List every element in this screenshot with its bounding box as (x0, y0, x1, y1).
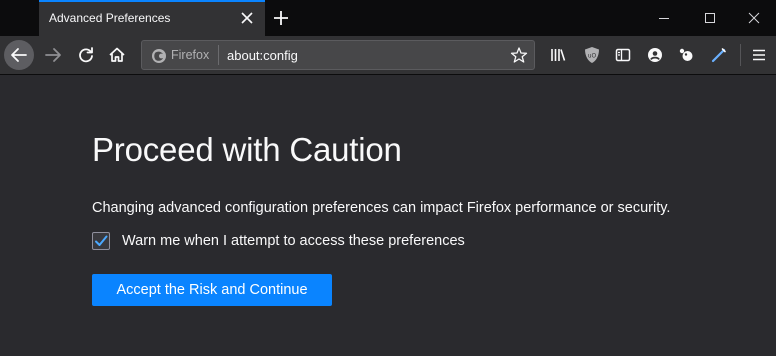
maximize-icon[interactable] (697, 5, 723, 31)
navigation-toolbar: Firefox uO (0, 36, 776, 75)
arrow-right-icon[interactable] (38, 40, 68, 70)
sidebar-icon[interactable] (613, 45, 633, 65)
accept-risk-button[interactable]: Accept the Risk and Continue (92, 274, 332, 306)
page-content: Proceed with Caution Changing advanced c… (0, 75, 776, 356)
url-separator (218, 45, 219, 65)
close-icon[interactable] (741, 5, 767, 31)
account-icon[interactable] (645, 45, 665, 65)
minimize-icon[interactable] (651, 5, 677, 31)
star-icon[interactable] (510, 46, 528, 64)
plus-icon[interactable] (270, 7, 292, 29)
identity-box[interactable]: Firefox (150, 47, 209, 65)
library-icon[interactable] (548, 45, 568, 65)
warn-checkbox[interactable] (92, 232, 110, 250)
extension-icon[interactable] (677, 45, 697, 65)
svg-text:uO: uO (588, 53, 597, 60)
firefox-icon (152, 49, 166, 63)
hamburger-menu-icon[interactable] (749, 45, 769, 65)
tab-title: Advanced Preferences (49, 11, 171, 25)
tab-advanced-preferences[interactable]: Advanced Preferences (39, 0, 265, 36)
page-title: Proceed with Caution (92, 131, 402, 168)
tab-strip: Advanced Preferences (0, 0, 776, 36)
checkmark-icon (95, 235, 108, 246)
warn-checkbox-label[interactable]: Warn me when I attempt to access these p… (122, 233, 465, 249)
toolbar-separator (740, 44, 741, 66)
reload-icon[interactable] (71, 40, 101, 70)
warning-description: Changing advanced configuration preferen… (92, 200, 671, 216)
close-icon[interactable] (238, 9, 256, 27)
url-input[interactable] (227, 44, 497, 66)
ublock-icon[interactable]: uO (582, 45, 602, 65)
identity-label: Firefox (171, 48, 210, 62)
url-bar[interactable]: Firefox (141, 40, 535, 70)
home-icon[interactable] (102, 40, 132, 70)
pen-icon[interactable] (709, 45, 729, 65)
arrow-left-icon[interactable] (4, 40, 34, 70)
